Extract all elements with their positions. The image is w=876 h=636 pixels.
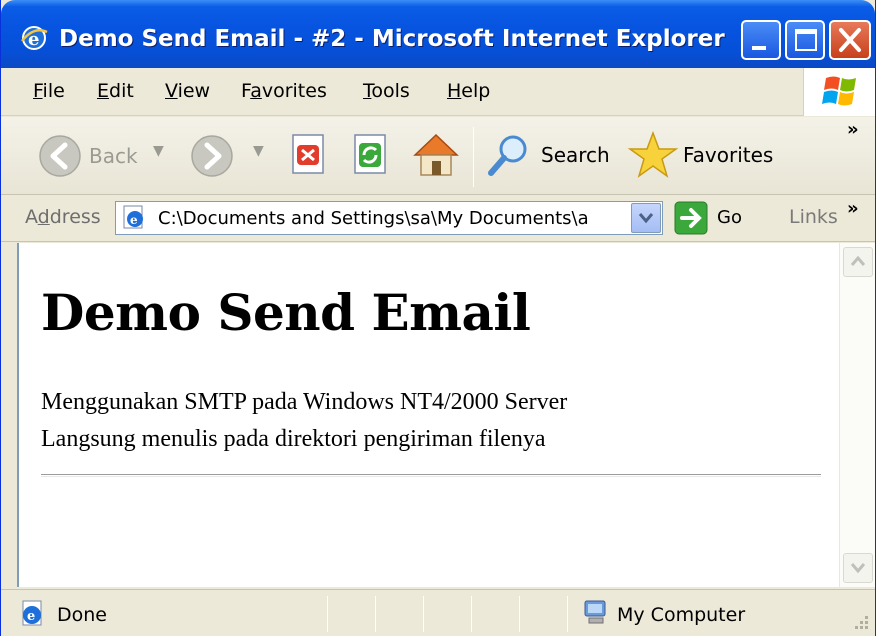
address-input[interactable]: e C:\Documents and Settings\sa\My Docume… <box>115 201 663 235</box>
chevron-up-icon <box>850 255 866 266</box>
forward-dropdown-icon[interactable]: ▼ <box>253 143 264 159</box>
minimize-button[interactable] <box>741 20 781 60</box>
refresh-button[interactable] <box>351 133 395 177</box>
back-dropdown-icon[interactable]: ▼ <box>153 143 164 159</box>
maximize-icon <box>795 29 817 51</box>
title-bar[interactable]: e Demo Send Email - #2 - Microsoft Inter… <box>1 0 875 68</box>
scroll-up-button[interactable] <box>843 247 873 277</box>
svg-text:e: e <box>130 213 138 227</box>
favorites-button[interactable]: Favorites <box>627 129 787 181</box>
menu-view[interactable]: View <box>165 80 210 102</box>
back-arrow-icon <box>39 135 81 177</box>
menu-file[interactable]: File <box>33 80 65 102</box>
address-bar: Address e C:\Documents and Settings\sa\M… <box>1 196 875 242</box>
menu-bar: File Edit View Favorites Tools Help <box>1 68 875 116</box>
search-button[interactable]: Search <box>483 131 613 181</box>
address-value: C:\Documents and Settings\sa\My Document… <box>158 208 589 229</box>
stop-icon <box>292 134 324 174</box>
status-pane-divider <box>567 596 568 632</box>
status-pane-divider <box>519 596 520 632</box>
address-label: Address <box>25 206 101 228</box>
go-arrow-icon <box>674 201 708 235</box>
toolbar-separator <box>473 127 474 187</box>
links-overflow-chevron-icon[interactable]: » <box>847 198 859 219</box>
close-icon <box>839 28 861 52</box>
windows-logo <box>803 68 875 116</box>
ie-window: e Demo Send Email - #2 - Microsoft Inter… <box>0 0 876 636</box>
scroll-down-button[interactable] <box>843 553 873 583</box>
resize-grip-icon[interactable] <box>851 614 869 632</box>
page-done-icon: e <box>22 600 42 626</box>
chevron-down-icon <box>850 563 866 574</box>
ie-logo-icon: e <box>21 26 48 50</box>
forward-arrow-icon <box>191 135 233 177</box>
maximize-button[interactable] <box>785 20 825 60</box>
status-pane-divider <box>471 596 472 632</box>
menu-help[interactable]: Help <box>447 80 490 102</box>
go-button[interactable]: Go <box>671 200 763 238</box>
search-label: Search <box>541 143 610 167</box>
refresh-icon <box>354 134 386 174</box>
vertical-scrollbar[interactable] <box>839 243 875 587</box>
stop-button[interactable] <box>289 133 333 177</box>
window-title: Demo Send Email - #2 - Microsoft Interne… <box>59 26 725 52</box>
home-button[interactable] <box>411 129 461 181</box>
chevron-down-icon <box>638 213 654 224</box>
menu-edit[interactable]: Edit <box>97 80 134 102</box>
forward-button[interactable]: ▼ <box>187 131 271 181</box>
horizontal-rule <box>41 474 821 477</box>
back-button[interactable]: Back ▼ <box>31 131 171 181</box>
menu-favorites[interactable]: Favorites <box>241 80 327 102</box>
links-button[interactable]: Links <box>789 206 838 228</box>
standard-toolbar: Back ▼ ▼ Search Favorites » <box>1 117 875 195</box>
close-button[interactable] <box>829 20 871 60</box>
go-label: Go <box>717 207 742 228</box>
status-pane-divider <box>423 596 424 632</box>
status-pane-divider <box>327 596 328 632</box>
home-icon <box>413 133 459 176</box>
page-icon: e <box>123 205 143 229</box>
address-dropdown-button[interactable] <box>631 203 661 233</box>
status-bar: e Done My Computer <box>1 589 875 636</box>
security-zone-label: My Computer <box>617 604 746 626</box>
page-text-line-1: Menggunakan SMTP pada Windows NT4/2000 S… <box>41 389 568 415</box>
minimize-icon <box>752 46 766 50</box>
page-text-line-2: Langsung menulis pada direktori pengirim… <box>41 426 546 452</box>
windows-flag-icon <box>822 76 856 106</box>
page-heading: Demo Send Email <box>41 283 531 342</box>
my-computer-icon <box>584 600 606 624</box>
toolbar-overflow-chevron-icon[interactable]: » <box>847 119 859 140</box>
back-label: Back <box>89 144 138 168</box>
favorites-star-icon <box>627 130 679 178</box>
menu-tools[interactable]: Tools <box>363 80 410 102</box>
search-icon <box>488 135 527 176</box>
status-text: Done <box>57 604 107 626</box>
status-pane-divider <box>375 596 376 632</box>
svg-text:e: e <box>27 609 35 624</box>
page-content: Demo Send Email Menggunakan SMTP pada Wi… <box>17 243 839 587</box>
favorites-label: Favorites <box>683 143 774 167</box>
